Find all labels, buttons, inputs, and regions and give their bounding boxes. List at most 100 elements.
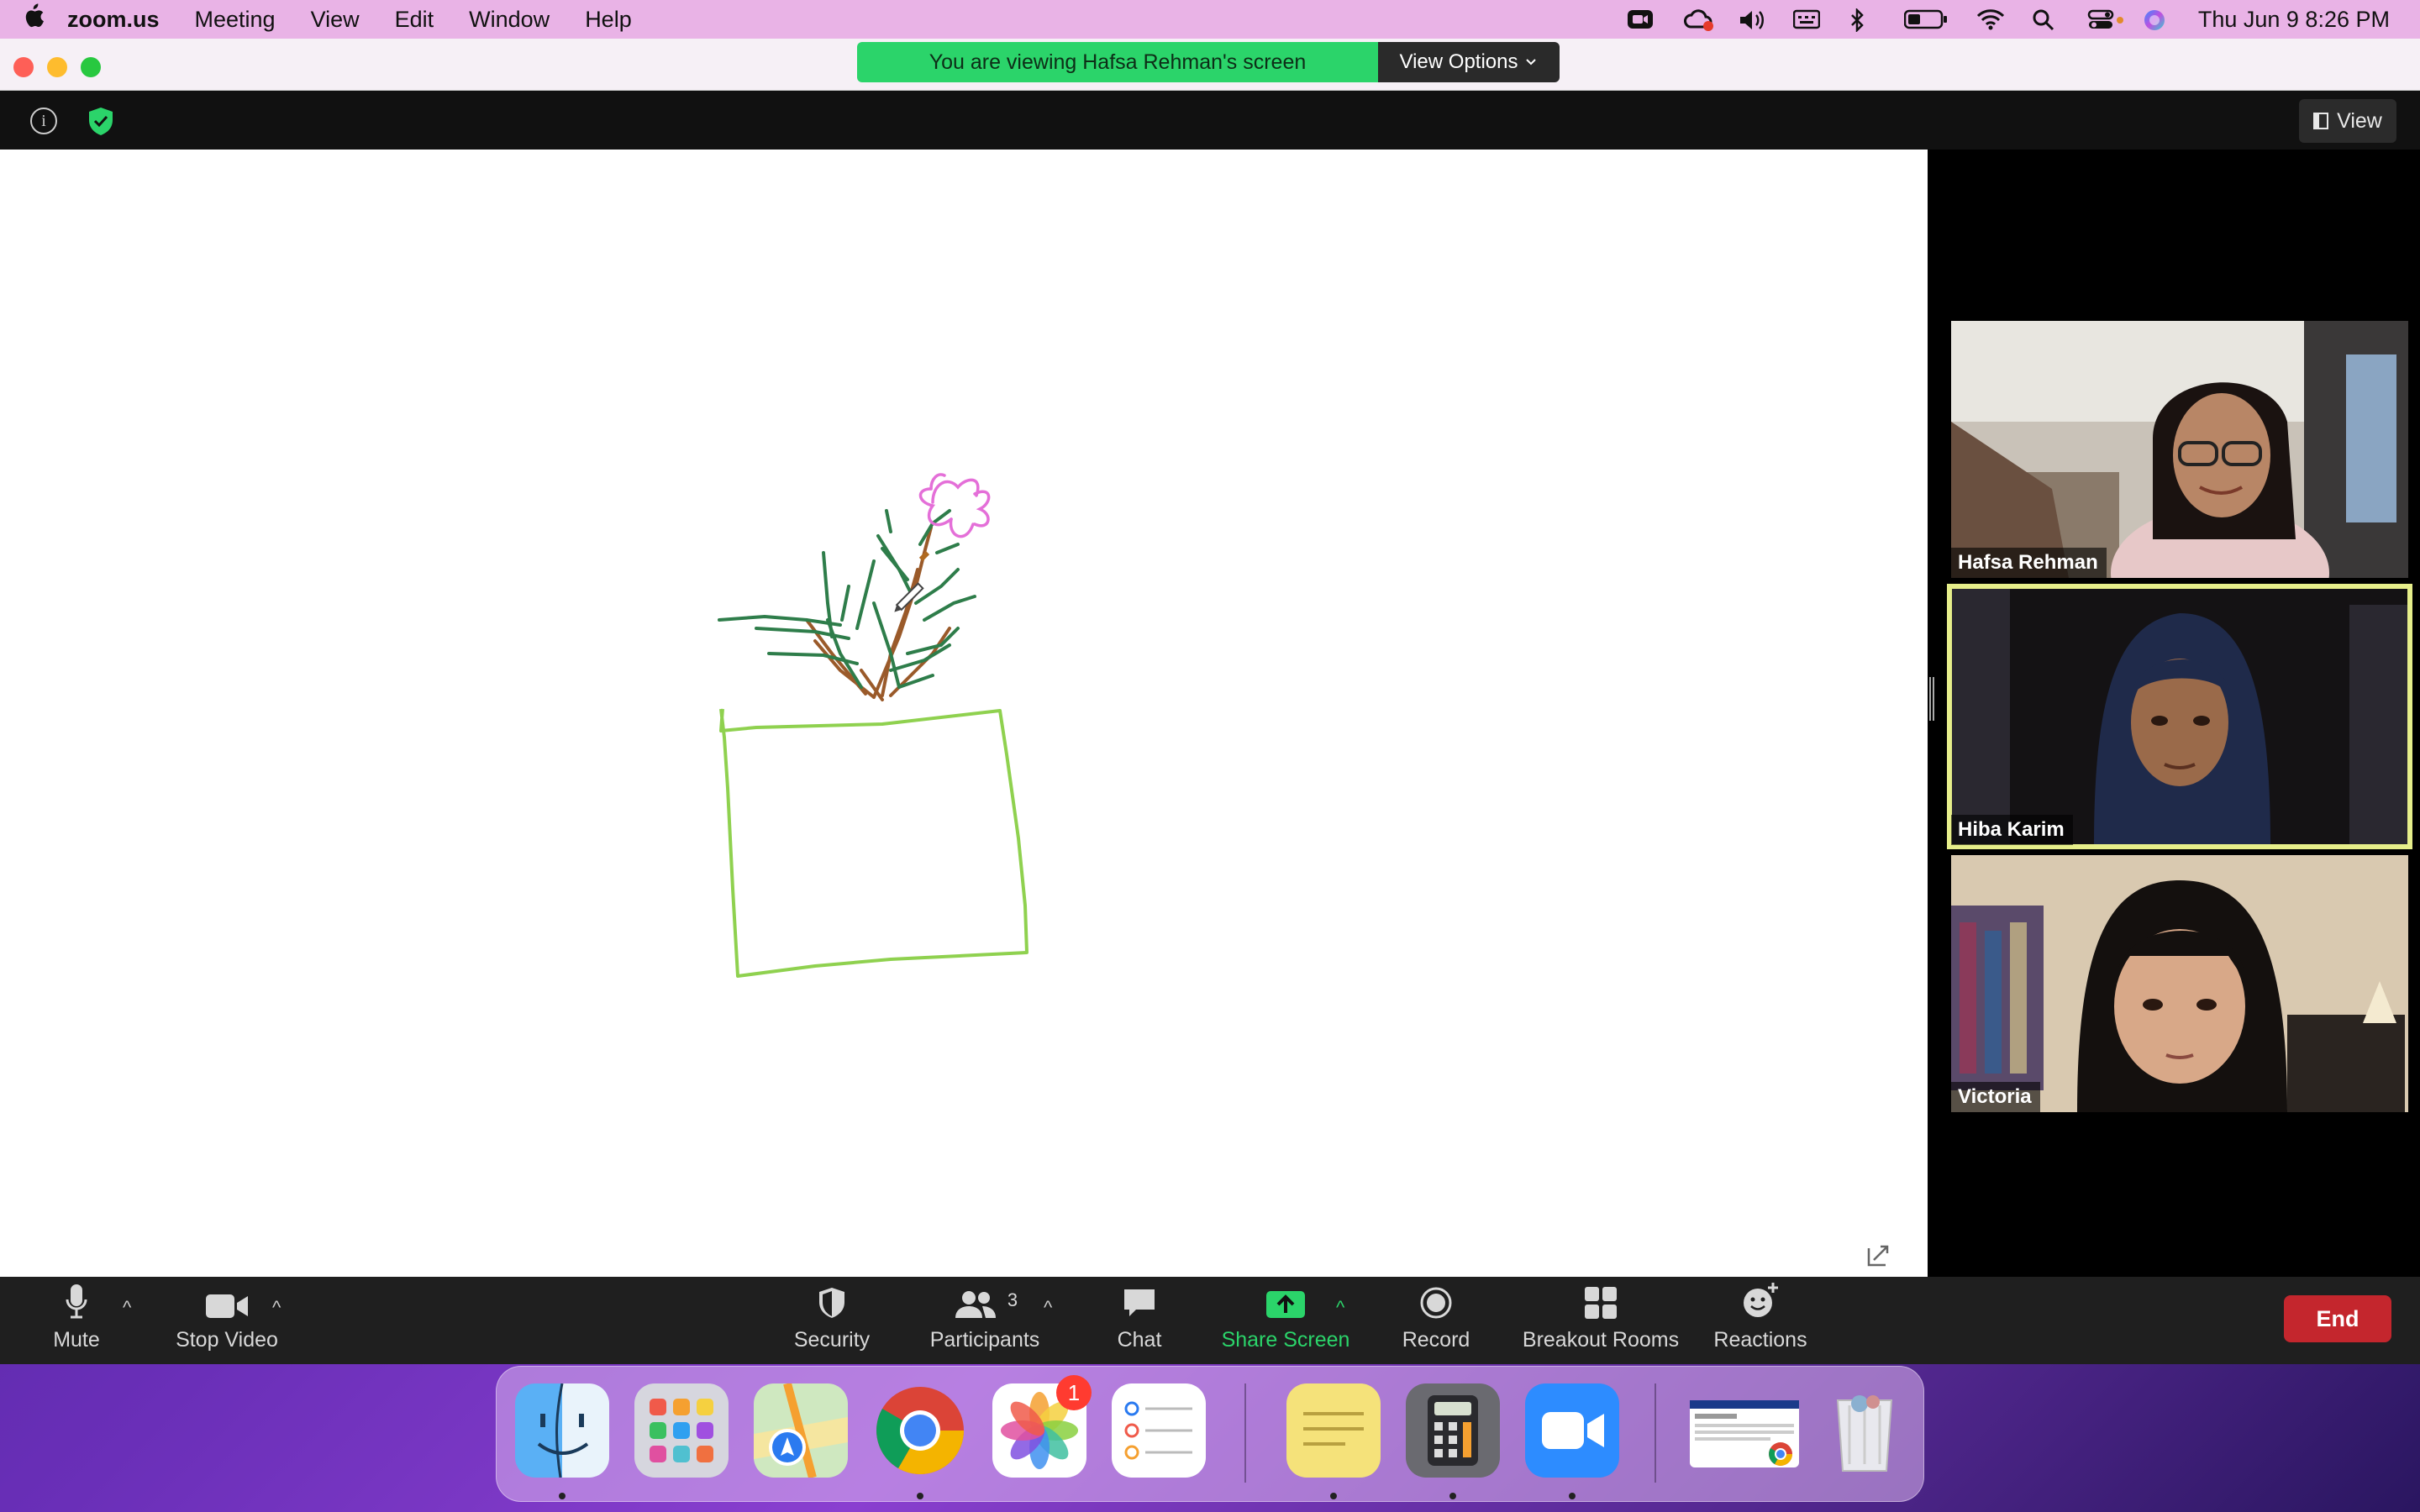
wifi-icon[interactable] xyxy=(1976,8,2004,30)
keyboard-icon[interactable] xyxy=(1792,8,1821,30)
security-button[interactable]: Security xyxy=(781,1277,882,1364)
dock-trash-icon[interactable] xyxy=(1818,1383,1912,1478)
chat-bubble-icon xyxy=(1124,1289,1155,1316)
end-meeting-button[interactable]: End xyxy=(2284,1295,2391,1342)
viewing-screen-label: You are viewing Hafsa Rehman's screen xyxy=(857,42,1378,82)
creative-cloud-icon[interactable] xyxy=(1682,8,1713,31)
dock-running-indicator xyxy=(559,1493,566,1499)
record-button[interactable]: Record xyxy=(1400,1277,1472,1364)
view-options-button[interactable]: View Options xyxy=(1378,42,1560,82)
video-tile-hafsa[interactable]: Hafsa Rehman xyxy=(1951,321,2408,578)
share-screen-button[interactable]: Share Screen xyxy=(1220,1277,1351,1364)
fullscreen-window-button[interactable] xyxy=(81,57,101,77)
reactions-button[interactable]: Reactions xyxy=(1711,1277,1810,1364)
zoom-camera-icon[interactable] xyxy=(1627,8,1654,30)
menu-meeting[interactable]: Meeting xyxy=(195,7,276,33)
menu-view[interactable]: View xyxy=(311,7,360,33)
whiteboard-drawing xyxy=(718,473,1028,978)
leaves-drawing xyxy=(718,509,976,689)
apple-menu-icon[interactable] xyxy=(20,3,67,36)
dock-running-indicator xyxy=(917,1493,923,1499)
window-titlebar: You are viewing Hafsa Rehman's screen Vi… xyxy=(0,39,2420,91)
dock-calculator-icon[interactable] xyxy=(1406,1383,1500,1478)
video-camera-icon xyxy=(206,1294,248,1318)
dock-running-indicator xyxy=(1449,1493,1456,1499)
chat-label: Chat xyxy=(1117,1328,1162,1352)
audio-options-caret-icon[interactable]: ^ xyxy=(123,1297,131,1319)
video-tile-victoria[interactable]: Victoria xyxy=(1951,855,2408,1112)
minimize-window-button[interactable] xyxy=(47,57,67,77)
menu-window[interactable]: Window xyxy=(469,7,550,33)
participants-icon xyxy=(955,1291,996,1318)
control-center-icon[interactable] xyxy=(2087,8,2123,30)
app-name-menu[interactable]: zoom.us xyxy=(67,7,160,33)
panel-resize-handle[interactable] xyxy=(1929,677,1934,721)
participant-name-label: Victoria xyxy=(1951,1082,2040,1112)
mute-label: Mute xyxy=(53,1328,100,1352)
record-label: Record xyxy=(1402,1328,1470,1352)
share-options-caret-icon[interactable]: ^ xyxy=(1336,1297,1344,1319)
meeting-controls-toolbar: Mute ^ Stop Video ^ Security 3 Participa… xyxy=(0,1277,2420,1364)
view-options-label: View Options xyxy=(1399,50,1518,73)
reactions-smiley-icon xyxy=(1744,1283,1778,1317)
volume-icon[interactable] xyxy=(1738,8,1765,30)
view-layout-button[interactable]: View xyxy=(2299,99,2396,143)
dock-separator xyxy=(1655,1383,1656,1483)
layout-grid-icon xyxy=(2313,113,2329,129)
meeting-top-strip: i View xyxy=(0,91,2420,150)
menu-edit[interactable]: Edit xyxy=(395,7,434,33)
annotate-expand-icon[interactable] xyxy=(1864,1240,1894,1270)
participants-options-caret-icon[interactable]: ^ xyxy=(1044,1297,1052,1319)
reactions-label: Reactions xyxy=(1713,1328,1807,1352)
dock-finder-icon[interactable] xyxy=(515,1383,609,1478)
dock-zoom-icon[interactable] xyxy=(1525,1383,1619,1478)
dock-chrome-window-thumbnail[interactable] xyxy=(1690,1400,1799,1467)
encryption-shield-icon[interactable] xyxy=(86,106,116,136)
record-icon xyxy=(1420,1287,1452,1319)
dock-running-indicator xyxy=(1569,1493,1576,1499)
dock-photos-icon[interactable]: 1 xyxy=(992,1375,1092,1478)
security-label: Security xyxy=(793,1328,871,1352)
dock-maps-icon[interactable] xyxy=(754,1382,848,1479)
dock-launchpad-icon[interactable] xyxy=(634,1383,729,1478)
video-options-caret-icon[interactable]: ^ xyxy=(272,1297,281,1319)
breakout-rooms-label: Breakout Rooms xyxy=(1522,1328,1680,1352)
chevron-down-icon xyxy=(1526,59,1537,66)
participant-video-feed xyxy=(1951,321,2408,578)
video-tile-hiba[interactable]: Hiba Karim xyxy=(1947,584,2412,849)
breakout-rooms-grid-icon xyxy=(1585,1287,1617,1319)
meeting-info-icon[interactable]: i xyxy=(30,108,57,134)
chat-button[interactable]: Chat xyxy=(1107,1277,1171,1364)
dock-separator xyxy=(1244,1383,1246,1483)
siri-icon[interactable] xyxy=(2143,8,2170,30)
dock-stickies-icon[interactable] xyxy=(1286,1383,1381,1478)
pot-drawing xyxy=(719,708,1028,978)
share-screen-label: Share Screen xyxy=(1221,1328,1350,1352)
photos-notification-badge: 1 xyxy=(1056,1375,1092,1410)
menu-help[interactable]: Help xyxy=(585,7,632,33)
dock-chrome-icon[interactable] xyxy=(873,1383,967,1478)
close-window-button[interactable] xyxy=(13,57,34,77)
dock-running-indicator xyxy=(1330,1493,1337,1499)
stop-video-button[interactable]: Stop Video xyxy=(170,1277,284,1364)
participants-label: Participants xyxy=(929,1328,1040,1352)
bluetooth-icon[interactable] xyxy=(1849,7,1876,34)
view-layout-label: View xyxy=(2337,108,2382,133)
mute-button[interactable]: Mute xyxy=(39,1277,114,1364)
spotlight-search-icon[interactable] xyxy=(2032,8,2059,31)
microphone-icon xyxy=(66,1284,87,1319)
security-shield-icon xyxy=(819,1288,844,1318)
menu-bar: zoom.us Meeting View Edit Window Help Th… xyxy=(0,0,2420,39)
participants-count-badge: 3 xyxy=(1007,1289,1018,1310)
dock-reminders-icon[interactable] xyxy=(1112,1383,1206,1478)
battery-icon[interactable] xyxy=(1903,8,1948,30)
stop-video-label: Stop Video xyxy=(176,1328,278,1352)
macos-dock: 1 xyxy=(496,1366,1924,1502)
screen-share-banner: You are viewing Hafsa Rehman's screen Vi… xyxy=(857,42,1560,82)
breakout-rooms-button[interactable]: Breakout Rooms xyxy=(1521,1277,1681,1364)
shared-screen-canvas[interactable] xyxy=(0,150,1928,1277)
menubar-clock[interactable]: Thu Jun 9 8:26 PM xyxy=(2198,7,2390,33)
participants-button[interactable]: 3 Participants xyxy=(921,1277,1049,1364)
participant-video-feed xyxy=(1951,588,2408,845)
share-screen-arrow-icon xyxy=(1266,1291,1305,1318)
